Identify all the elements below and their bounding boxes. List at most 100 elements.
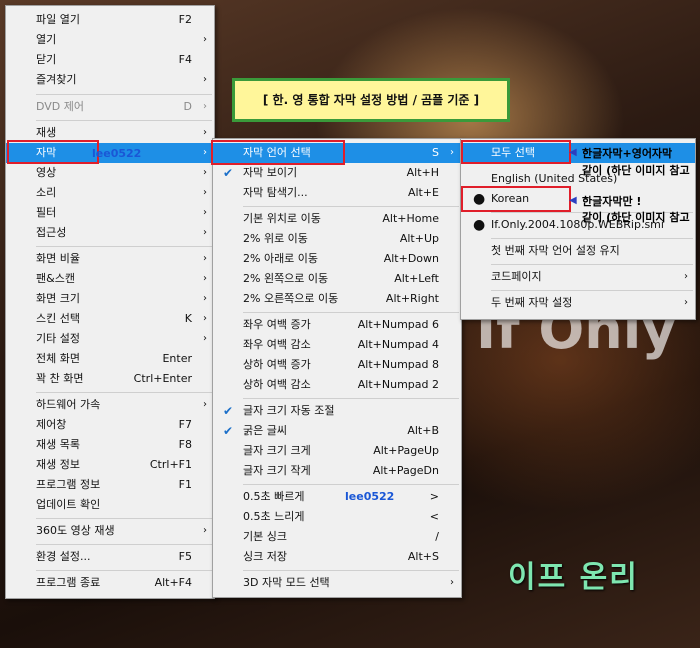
chevron-right-icon: › bbox=[203, 167, 207, 178]
menu-separator bbox=[243, 312, 459, 313]
chevron-right-icon: › bbox=[203, 101, 207, 112]
menu-item-show-subtitle[interactable]: ✔ 자막 보이기 Alt+H bbox=[213, 163, 461, 183]
video-subtitle-text: 이프 온리 bbox=[508, 560, 639, 595]
menu-item-keep-first-language[interactable]: 첫 번째 자막 언어 설정 유지 bbox=[461, 241, 695, 261]
menu-item-auto-font-size[interactable]: ✔ 글자 크기 자동 조절 bbox=[213, 401, 461, 421]
menu-item-vmargin-increase[interactable]: 상하 여백 증가 Alt+Numpad 8 bbox=[213, 355, 461, 375]
menu-item-playback-info[interactable]: 재생 정보 Ctrl+F1 bbox=[6, 455, 214, 475]
main-context-menu: 파일 열기 F2 열기 › 닫기 F4 즐겨찾기 › DVD 제어 D › 재생 › 자막 › … bbox=[5, 5, 215, 599]
chevron-right-icon: › bbox=[203, 207, 207, 218]
chevron-right-icon: › bbox=[203, 227, 207, 238]
annotation-note-korean-2: 같이 (하단 이미지 참고 bbox=[582, 211, 690, 224]
menu-item-close[interactable]: 닫기 F4 bbox=[6, 50, 214, 70]
menu-item-program-info[interactable]: 프로그램 정보 F1 bbox=[6, 475, 214, 495]
menu-item-video[interactable]: 영상 › bbox=[6, 163, 214, 183]
annotation-arrow-icon: ◀ bbox=[569, 147, 577, 158]
menu-separator bbox=[36, 120, 212, 121]
menu-item-sound[interactable]: 소리 › bbox=[6, 183, 214, 203]
menu-item-font-smaller[interactable]: 글자 크기 작게 Alt+PageDn bbox=[213, 461, 461, 481]
chevron-right-icon: › bbox=[203, 273, 207, 284]
menu-item-skin[interactable]: 스킨 선택 K › bbox=[6, 309, 214, 329]
chevron-right-icon: › bbox=[203, 525, 207, 536]
annotation-note-all-2: 같이 (하단 이미지 참고 bbox=[582, 164, 690, 177]
chevron-right-icon: › bbox=[203, 187, 207, 198]
menu-separator bbox=[36, 392, 212, 393]
menu-item-move-down[interactable]: 2% 아래로 이동 Alt+Down bbox=[213, 249, 461, 269]
menu-separator bbox=[36, 246, 212, 247]
menu-separator bbox=[491, 238, 693, 239]
menu-item-favorites[interactable]: 즐겨찾기 › bbox=[6, 70, 214, 90]
watermark-text: lee0522 bbox=[92, 147, 142, 160]
menu-item-subtitle-explorer[interactable]: 자막 탐색기... Alt+E bbox=[213, 183, 461, 203]
menu-item-control-window[interactable]: 제어창 F7 bbox=[6, 415, 214, 435]
radio-bullet-icon: ● bbox=[473, 217, 486, 233]
menu-item-check-update[interactable]: 업데이트 확인 bbox=[6, 495, 214, 515]
menu-separator bbox=[243, 570, 459, 571]
menu-item-pan-scan[interactable]: 팬&스캔 › bbox=[6, 269, 214, 289]
menu-item-accessibility[interactable]: 접근성 › bbox=[6, 223, 214, 243]
menu-item-aspect-ratio[interactable]: 화면 비율 › bbox=[6, 249, 214, 269]
watermark-text: lee0522 bbox=[345, 490, 395, 503]
guide-title-box: [ 한. 영 통합 자막 설정 방법 / 곰플 기준 ] bbox=[232, 78, 510, 122]
menu-separator bbox=[491, 290, 693, 291]
menu-item-dvd-control[interactable]: DVD 제어 D › bbox=[6, 97, 214, 117]
menu-separator bbox=[491, 264, 693, 265]
menu-item-hw-accel[interactable]: 하드웨어 가속 › bbox=[6, 395, 214, 415]
annotation-note-all-1: 한글자막+영어자막 bbox=[582, 147, 673, 160]
menu-item-move-left[interactable]: 2% 왼쪽으로 이동 Alt+Left bbox=[213, 269, 461, 289]
menu-item-preferences[interactable]: 환경 설정... F5 bbox=[6, 547, 214, 567]
menu-separator bbox=[243, 206, 459, 207]
subtitle-submenu: 자막 언어 선택 S › ✔ 자막 보이기 Alt+H 자막 탐색기... Alt+E 기… bbox=[212, 138, 462, 598]
menu-item-hmargin-increase[interactable]: 좌우 여백 증가 Alt+Numpad 6 bbox=[213, 315, 461, 335]
annotation-note-korean-1: 한글자막만 ! bbox=[582, 195, 642, 208]
menu-item-move-right[interactable]: 2% 오른쪽으로 이동 Alt+Right bbox=[213, 289, 461, 309]
menu-item-filter[interactable]: 필터 › bbox=[6, 203, 214, 223]
chevron-right-icon: › bbox=[203, 127, 207, 138]
menu-separator bbox=[243, 398, 459, 399]
menu-item-sync-faster[interactable]: 0.5초 빠르게 > bbox=[213, 487, 461, 507]
menu-item-3d-subtitle[interactable]: 3D 자막 모드 선택 › bbox=[213, 573, 461, 593]
radio-bullet-icon: ● bbox=[473, 191, 486, 207]
menu-item-360-video[interactable]: 360도 영상 재생 › bbox=[6, 521, 214, 541]
menu-item-other-settings[interactable]: 기타 설정 › bbox=[6, 329, 214, 349]
chevron-right-icon: › bbox=[203, 34, 207, 45]
menu-item-codepage[interactable]: 코드페이지 › bbox=[461, 267, 695, 287]
chevron-right-icon: › bbox=[203, 313, 207, 324]
menu-item-playback[interactable]: 재생 › bbox=[6, 123, 214, 143]
menu-item-playlist[interactable]: 재생 목록 F8 bbox=[6, 435, 214, 455]
menu-item-sync-slower[interactable]: 0.5초 느리게 < bbox=[213, 507, 461, 527]
menu-separator bbox=[36, 544, 212, 545]
chevron-right-icon: › bbox=[684, 297, 688, 308]
chevron-right-icon: › bbox=[203, 253, 207, 264]
menu-item-font-larger[interactable]: 글자 크기 크게 Alt+PageUp bbox=[213, 441, 461, 461]
chevron-right-icon: › bbox=[450, 147, 454, 158]
menu-separator bbox=[36, 94, 212, 95]
menu-separator bbox=[36, 570, 212, 571]
annotation-arrow-icon: ◀ bbox=[569, 195, 577, 206]
chevron-right-icon: › bbox=[203, 333, 207, 344]
chevron-right-icon: › bbox=[450, 577, 454, 588]
menu-item-subtitle-language[interactable]: 자막 언어 선택 S › bbox=[213, 143, 461, 163]
menu-item-screen-size[interactable]: 화면 크기 › bbox=[6, 289, 214, 309]
chevron-right-icon: › bbox=[203, 147, 207, 158]
menu-item-bold-font[interactable]: ✔ 굵은 글씨 Alt+B bbox=[213, 421, 461, 441]
checkmark-icon: ✔ bbox=[223, 404, 234, 418]
menu-item-lang-korean[interactable]: ● Korean bbox=[461, 189, 695, 209]
menu-item-hmargin-decrease[interactable]: 좌우 여백 감소 Alt+Numpad 4 bbox=[213, 335, 461, 355]
menu-item-move-up[interactable]: 2% 위로 이동 Alt+Up bbox=[213, 229, 461, 249]
checkmark-icon: ✔ bbox=[223, 424, 234, 438]
menu-item-sync-save[interactable]: 싱크 저장 Alt+S bbox=[213, 547, 461, 567]
menu-item-exit[interactable]: 프로그램 종료 Alt+F4 bbox=[6, 573, 214, 593]
menu-item-fill-screen[interactable]: 꽉 찬 화면 Ctrl+Enter bbox=[6, 369, 214, 389]
menu-item-open-file[interactable]: 파일 열기 F2 bbox=[6, 10, 214, 30]
menu-item-second-subtitle[interactable]: 두 번째 자막 설정 › bbox=[461, 293, 695, 313]
menu-item-vmargin-decrease[interactable]: 상하 여백 감소 Alt+Numpad 2 bbox=[213, 375, 461, 395]
menu-item-open[interactable]: 열기 › bbox=[6, 30, 214, 50]
menu-item-fullscreen[interactable]: 전체 화면 Enter bbox=[6, 349, 214, 369]
menu-item-move-default[interactable]: 기본 위치로 이동 Alt+Home bbox=[213, 209, 461, 229]
checkmark-icon: ✔ bbox=[223, 166, 234, 180]
chevron-right-icon: › bbox=[203, 293, 207, 304]
menu-separator bbox=[36, 518, 212, 519]
menu-separator bbox=[243, 484, 459, 485]
menu-item-sync-default[interactable]: 기본 싱크 / bbox=[213, 527, 461, 547]
